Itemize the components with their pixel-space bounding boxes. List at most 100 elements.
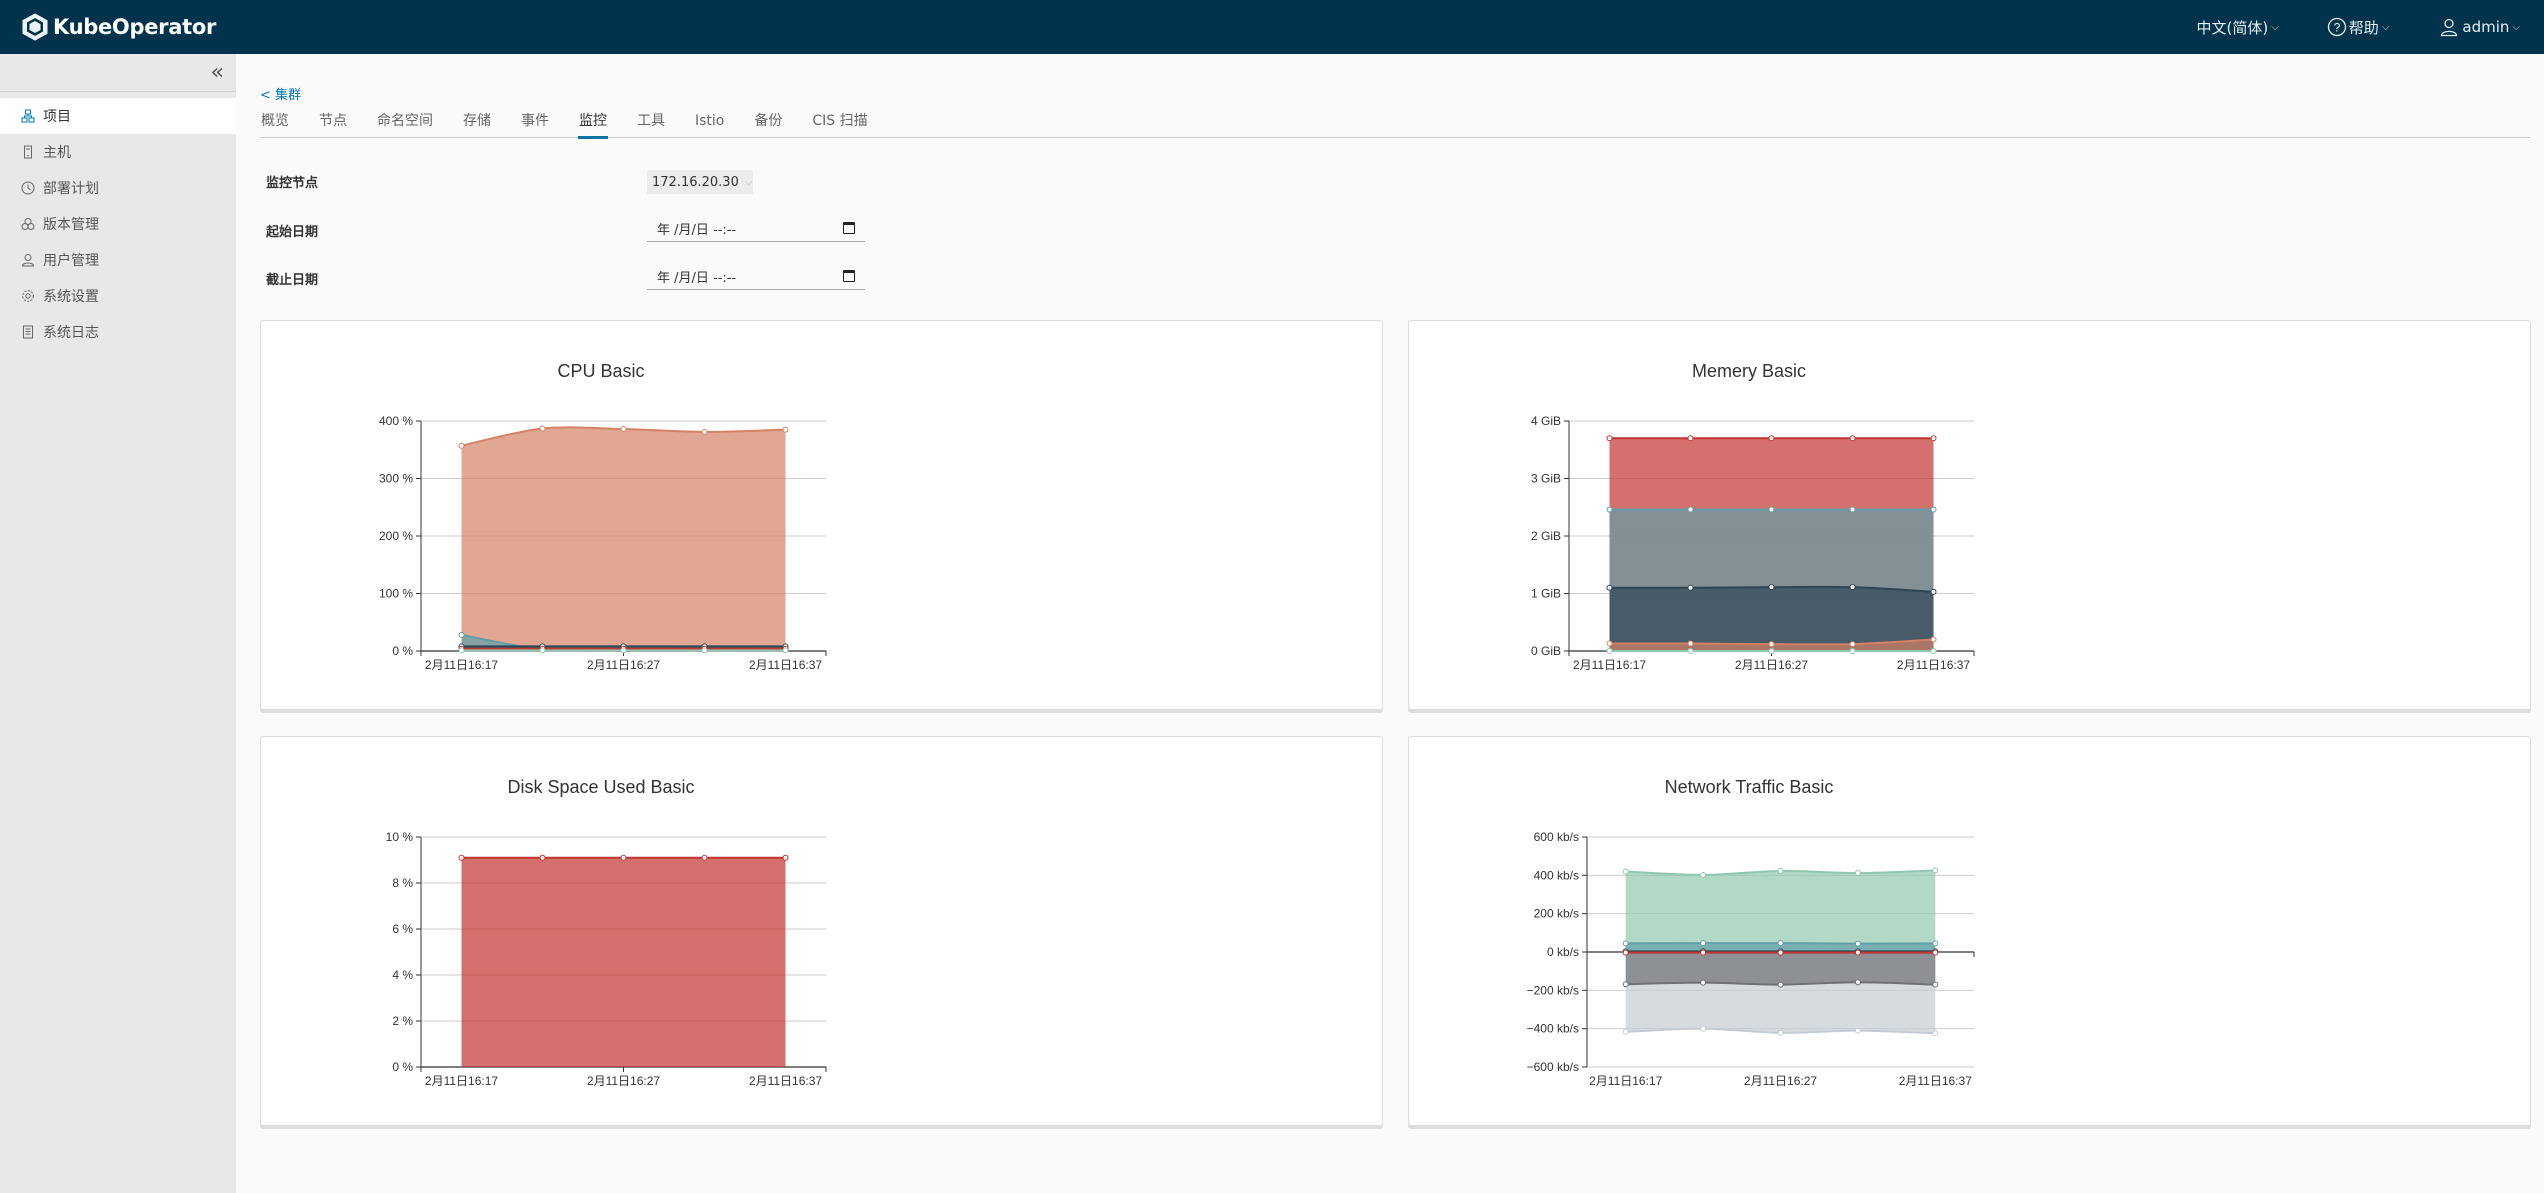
data-point: [458, 631, 465, 638]
series-area: [461, 857, 786, 1067]
y-tick-label: 300 %: [379, 472, 413, 486]
data-point: [1777, 1029, 1784, 1036]
data-point: [1777, 940, 1784, 947]
data-point: [1777, 949, 1784, 956]
data-point: [1932, 1030, 1939, 1037]
y-tick-label: 2 %: [392, 1014, 413, 1028]
data-point: [1700, 979, 1707, 986]
x-tick-label: 2月11日16:37: [749, 1074, 822, 1088]
sidebar-item-settings[interactable]: 系统设置: [0, 278, 236, 314]
x-tick-label: 2月11日16:37: [1897, 658, 1970, 672]
data-point: [1930, 506, 1937, 513]
sidebar-item-label: 项目: [43, 109, 71, 125]
data-point: [1930, 588, 1937, 595]
kubeoperator-logo-icon: [22, 13, 48, 41]
y-tick-label: 3 GiB: [1531, 472, 1561, 486]
sidebar-item-logs[interactable]: 系统日志: [0, 314, 236, 350]
data-point: [1622, 1028, 1629, 1035]
host-icon: [21, 145, 35, 159]
end-date-value: 年 /月/日 --:--: [657, 271, 737, 286]
data-point: [1622, 981, 1629, 988]
tab-cis-scan[interactable]: CIS 扫描: [811, 112, 868, 138]
data-point: [782, 854, 789, 861]
data-point: [1768, 641, 1775, 648]
y-tick-label: 1 GiB: [1531, 587, 1561, 601]
y-tick-label: 8 %: [392, 876, 413, 890]
data-point: [620, 426, 627, 433]
memory-chart: 0 GiB 1 GiB 2 GiB 3 GiB 4 GiB 2月11日16:17 2月11日…: [1531, 414, 1975, 672]
sidebar-item-versions[interactable]: 版本管理: [0, 206, 236, 242]
language-dropdown[interactable]: 中文(简体) ⌵: [2196, 17, 2278, 38]
data-point: [1854, 949, 1861, 956]
monitor-node-value: 172.16.20.30: [652, 174, 739, 190]
data-point: [620, 647, 627, 654]
sidebar-item-label: 部署计划: [43, 181, 99, 197]
tab-monitoring[interactable]: 监控: [578, 112, 608, 139]
data-point: [1687, 640, 1694, 647]
tab-tools[interactable]: 工具: [636, 112, 666, 138]
double-chevron-left-icon[interactable]: «: [211, 60, 224, 85]
x-tick-label: 2月11日16:27: [587, 1074, 660, 1088]
sidebar-item-projects[interactable]: 项目: [0, 98, 236, 134]
data-point: [1854, 1027, 1861, 1034]
top-header: KubeOperator 中文(简体) ⌵ ? 帮助 ⌵ admin ⌵: [0, 0, 2544, 54]
sidebar-nav: 项目 主机 部署计划 版本管理 用户管理 系统设置 系统日志: [0, 98, 236, 350]
end-date-input[interactable]: 年 /月/日 --:--: [647, 264, 865, 290]
network-chart-card: Network Traffic Basic −600 kb/s −400 kb/s…: [1408, 736, 2531, 1126]
y-tick-label: 100 %: [379, 587, 413, 601]
y-tick-label: 400 %: [379, 414, 413, 428]
data-point: [1930, 648, 1937, 654]
calendar-icon[interactable]: [843, 222, 855, 234]
data-point: [1932, 867, 1939, 874]
tab-nodes[interactable]: 节点: [318, 112, 348, 138]
series-area: [1625, 952, 1936, 985]
back-to-clusters-link[interactable]: < 集群: [260, 84, 301, 103]
data-point: [1932, 981, 1939, 988]
tab-backup[interactable]: 备份: [753, 112, 783, 138]
user-dropdown[interactable]: admin ⌵: [2439, 17, 2520, 37]
data-point: [1777, 981, 1784, 988]
tab-istio[interactable]: Istio: [694, 112, 725, 138]
tab-overview[interactable]: 概览: [260, 112, 290, 138]
sidebar-item-hosts[interactable]: 主机: [0, 134, 236, 170]
data-point: [539, 425, 546, 432]
data-point: [1849, 506, 1856, 513]
y-tick-label: 4 GiB: [1531, 414, 1561, 428]
tab-events[interactable]: 事件: [520, 112, 550, 138]
tab-namespaces[interactable]: 命名空间: [376, 112, 434, 138]
disk-chart-card: Disk Space Used Basic 0 % 2 % 4 % 6 % 8 % 10 …: [260, 736, 1383, 1126]
sidebar-item-deploy-plan[interactable]: 部署计划: [0, 170, 236, 206]
user-icon: [21, 253, 35, 267]
y-tick-label: −400 kb/s: [1527, 1022, 1579, 1036]
data-point: [1854, 870, 1861, 877]
data-point: [1768, 648, 1775, 654]
chevron-down-icon: ⌵: [2381, 21, 2390, 33]
network-chart: −600 kb/s −400 kb/s −200 kb/s 0 kb/s 200 kb/…: [1527, 830, 1975, 1088]
user-name: admin: [2462, 18, 2510, 36]
data-point: [1700, 871, 1707, 878]
tab-storage[interactable]: 存储: [462, 112, 492, 138]
y-tick-label: 0 %: [392, 644, 413, 658]
x-tick-label: 2月11日16:27: [1744, 1074, 1817, 1088]
monitor-node-select[interactable]: 172.16.20.30 ⌵: [647, 170, 753, 194]
help-circle-icon: ?: [2327, 17, 2346, 37]
y-tick-label: 0 %: [392, 1060, 413, 1074]
brand-logo[interactable]: KubeOperator: [22, 13, 216, 41]
cpu-chart-card: CPU Basic 0 % 100 % 200 % 300 % 400 % 2月11日16…: [260, 320, 1383, 710]
sidebar-collapse-bar: «: [0, 54, 236, 92]
sidebar-item-users[interactable]: 用户管理: [0, 242, 236, 278]
data-point: [1930, 435, 1937, 442]
data-point: [1932, 940, 1939, 947]
chevron-down-icon: ⌵: [2512, 21, 2520, 33]
help-label: 帮助: [2348, 18, 2379, 37]
main-content: < 集群 概览 节点 命名空间 存储 事件 监控 工具 Istio 备份 CIS…: [236, 54, 2544, 1193]
disk-chart: 0 % 2 % 4 % 6 % 8 % 10 % 2月11日16:17 2月11日16:27 2…: [386, 830, 827, 1088]
data-point: [458, 647, 465, 654]
data-point: [1622, 940, 1629, 947]
x-tick-label: 2月11日16:27: [587, 658, 660, 672]
y-tick-label: 6 %: [392, 922, 413, 936]
data-point: [458, 442, 465, 449]
start-date-input[interactable]: 年 /月/日 --:--: [647, 216, 865, 242]
calendar-icon[interactable]: [843, 270, 855, 282]
help-dropdown[interactable]: ? 帮助 ⌵: [2327, 17, 2390, 38]
